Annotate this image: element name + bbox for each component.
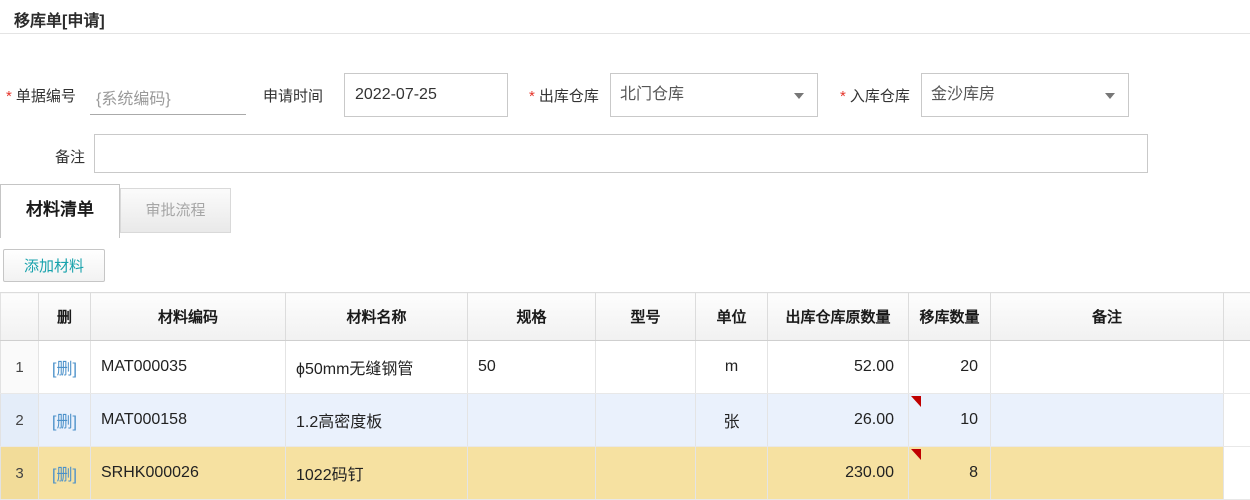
cell-code: SRHK000026: [91, 447, 286, 500]
dirty-cell-marker: [911, 396, 921, 407]
remark-input[interactable]: [94, 134, 1148, 173]
cell-move_qty[interactable]: 20: [909, 341, 991, 394]
doc-no-field[interactable]: {系统编码}: [96, 85, 171, 109]
in-warehouse-label: *入库仓库: [840, 85, 910, 106]
table-header-row: 删材料编码材料名称规格型号单位出库仓库原数量移库数量备注: [1, 293, 1250, 341]
add-material-button[interactable]: 添加材料: [3, 249, 105, 282]
cell-name: 1.2高密度板: [286, 394, 468, 447]
cell-name: ϕ50mm无缝钢管: [286, 341, 468, 394]
cell-model: [596, 394, 696, 447]
header-code: 材料编码: [91, 293, 286, 341]
header-name: 材料名称: [286, 293, 468, 341]
row-spacer: [1224, 341, 1250, 394]
tab-material-list[interactable]: 材料清单: [0, 184, 120, 238]
apply-time-label: 申请时间: [263, 85, 323, 106]
page-title: 移库单[申请]: [14, 7, 105, 31]
cell-remark: [991, 394, 1224, 447]
table-row[interactable]: 3 [删] SRHK0000261022码钉 230.008: [1, 447, 1250, 500]
cell-unit: 张: [696, 394, 768, 447]
remark-label: 备注: [55, 146, 85, 167]
header-model: 型号: [596, 293, 696, 341]
transfer-order-page: 移库单[申请] *单据编号 {系统编码} 申请时间 *出库仓库 北门仓库 *入库…: [0, 0, 1250, 500]
cell-unit: m: [696, 341, 768, 394]
header-remark: 备注: [991, 293, 1224, 341]
cell-model: [596, 447, 696, 500]
cell-spec: 50: [468, 341, 596, 394]
row-spacer: [1224, 447, 1250, 500]
delete-row-link[interactable]: [删]: [52, 414, 77, 431]
doc-no-label: *单据编号: [6, 85, 76, 106]
table-row[interactable]: 1 [删] MAT000035ϕ50mm无缝钢管50 m52.0020: [1, 341, 1250, 394]
in-warehouse-value: 金沙库房: [931, 86, 995, 103]
cell-code: MAT000035: [91, 341, 286, 394]
cell-orig_qty: 26.00: [768, 394, 909, 447]
required-asterisk: *: [840, 88, 846, 105]
cell-orig_qty: 230.00: [768, 447, 909, 500]
cell-model: [596, 341, 696, 394]
out-warehouse-value: 北门仓库: [620, 86, 684, 103]
delete-row-link[interactable]: [删]: [52, 467, 77, 484]
cell-index: 3: [1, 447, 39, 500]
cell-remark: [991, 447, 1224, 500]
row-spacer: [1224, 394, 1250, 447]
cell-move_qty[interactable]: 10: [909, 394, 991, 447]
header-rownum: [1, 293, 39, 341]
header-move_qty: 移库数量: [909, 293, 991, 341]
cell-index: 1: [1, 341, 39, 394]
material-table: 删材料编码材料名称规格型号单位出库仓库原数量移库数量备注 1 [删] MAT0000…: [0, 292, 1250, 500]
cell-spec: [468, 447, 596, 500]
cell-orig_qty: 52.00: [768, 341, 909, 394]
cell-spec: [468, 394, 596, 447]
cell-unit: [696, 447, 768, 500]
doc-no-underline: [90, 114, 246, 115]
cell-move_qty[interactable]: 8: [909, 447, 991, 500]
chevron-down-icon: [1105, 93, 1115, 99]
required-asterisk: *: [6, 88, 12, 105]
in-warehouse-select[interactable]: 金沙库房: [921, 73, 1129, 117]
header-unit: 单位: [696, 293, 768, 341]
header-spec: 规格: [468, 293, 596, 341]
header-delete: 删: [39, 293, 91, 341]
dirty-cell-marker: [911, 449, 921, 460]
cell-delete[interactable]: [删]: [39, 341, 91, 394]
cell-index: 2: [1, 394, 39, 447]
cell-code: MAT000158: [91, 394, 286, 447]
delete-row-link[interactable]: [删]: [52, 361, 77, 378]
cell-delete[interactable]: [删]: [39, 394, 91, 447]
cell-remark: [991, 341, 1224, 394]
out-warehouse-label: *出库仓库: [529, 85, 599, 106]
table-row[interactable]: 2 [删] MAT0001581.2高密度板 张26.0010: [1, 394, 1250, 447]
required-asterisk: *: [529, 88, 535, 105]
tab-approval-flow[interactable]: 审批流程: [120, 188, 231, 233]
cell-name: 1022码钉: [286, 447, 468, 500]
title-divider: [0, 33, 1250, 34]
cell-delete[interactable]: [删]: [39, 447, 91, 500]
out-warehouse-select[interactable]: 北门仓库: [610, 73, 818, 117]
chevron-down-icon: [794, 93, 804, 99]
apply-time-input[interactable]: [344, 73, 508, 117]
header-orig_qty: 出库仓库原数量: [768, 293, 909, 341]
header-spacer: [1224, 293, 1250, 341]
